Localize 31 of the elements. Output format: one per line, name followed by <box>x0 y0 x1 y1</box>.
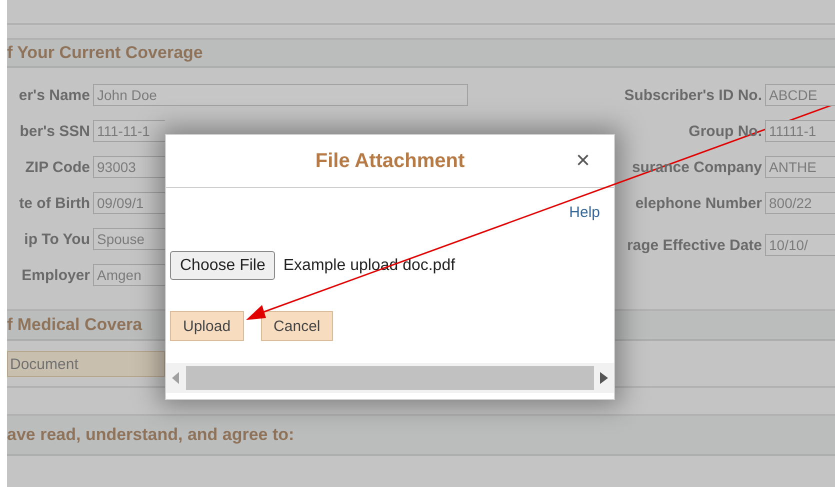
field-label: ber's SSN <box>18 122 90 140</box>
field-label: elephone Number <box>634 194 762 212</box>
input-field[interactable]: ANTHE <box>765 156 835 178</box>
input-field[interactable]: Amgen <box>93 264 165 286</box>
dialog-title: File Attachment <box>315 150 465 172</box>
field-label: Employer <box>20 266 90 284</box>
input-field[interactable]: 10/10/ <box>765 234 835 256</box>
section-heading: ave read, understand, and agree to: <box>7 425 294 445</box>
file-name: Example upload doc.pdf <box>283 256 456 274</box>
input-field[interactable]: 93003 <box>93 156 165 178</box>
document-button[interactable]: Document <box>7 351 165 377</box>
upload-button[interactable]: Upload <box>170 311 244 341</box>
input-field[interactable]: ABCDE <box>765 84 835 106</box>
input-field[interactable]: Spouse <box>93 228 165 250</box>
input-field[interactable]: 800/22 <box>765 192 835 214</box>
close-button[interactable]: × <box>572 148 594 174</box>
section-heading: f Your Current Coverage <box>7 43 203 63</box>
input-field[interactable]: 111-11-1 <box>93 120 165 142</box>
field-label: Subscriber's ID No. <box>623 86 762 104</box>
field-label: rage Effective Date <box>626 236 762 254</box>
input-field[interactable]: John Doe <box>93 84 468 106</box>
input-field[interactable]: 11111-1 <box>765 120 835 142</box>
input-field[interactable]: 09/09/1 <box>93 192 165 214</box>
section-heading: f Medical Covera <box>7 315 142 335</box>
field-label: ZIP Code <box>24 158 90 176</box>
field-label: er's Name <box>18 86 90 104</box>
field-label: ip To You <box>23 230 90 248</box>
help-link[interactable]: Help <box>569 204 600 221</box>
cancel-button[interactable]: Cancel <box>260 311 334 341</box>
field-label: te of Birth <box>18 194 90 212</box>
choose-file-button[interactable]: Choose File <box>170 251 276 280</box>
